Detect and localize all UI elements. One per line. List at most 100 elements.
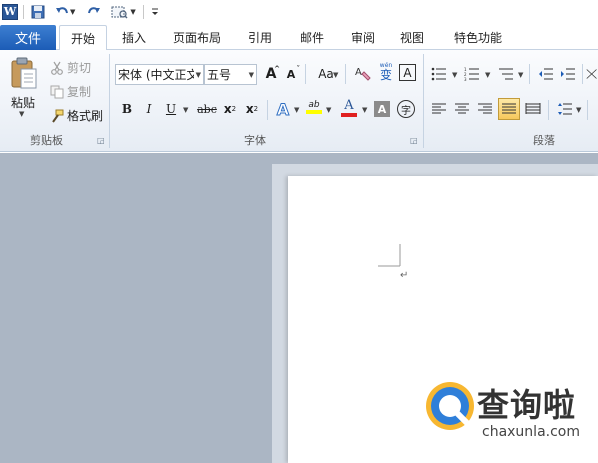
bullets-dropdown-icon[interactable]: ▼ [452,71,457,79]
quick-access-toolbar: W ▼ ▼ [0,0,598,23]
tab-file[interactable]: 文件 [0,25,56,50]
inner-divider [267,100,268,120]
inner-divider [582,64,583,84]
tab-view[interactable]: 视图 [390,25,434,50]
highlight-button[interactable]: ab [304,97,324,117]
tab-mailings[interactable]: 邮件 [290,25,334,50]
highlight-dropdown-icon[interactable]: ▼ [326,106,331,114]
line-spacing-dropdown-icon[interactable]: ▼ [576,106,581,114]
font-size-combo[interactable]: 五号 ▼ [204,64,257,85]
tab-references[interactable]: 引用 [238,25,282,50]
highlight-label: ab [308,100,320,110]
format-painter-button[interactable]: 格式刷 [50,107,103,124]
group-divider [423,54,424,148]
enclose-characters-button[interactable]: 字 [397,100,415,118]
align-center-icon[interactable] [452,99,472,119]
customize-toolbar-icon[interactable] [149,3,161,21]
underline-dropdown-icon[interactable]: ▼ [183,106,188,114]
tab-page-layout[interactable]: 页面布局 [165,25,229,50]
bullets-icon[interactable] [429,64,449,84]
qat-divider-2 [142,4,144,19]
line-spacing-icon[interactable] [555,99,575,119]
copy-icon [50,85,64,98]
undo-dropdown-icon[interactable]: ▼ [70,8,75,16]
distributed-align-icon[interactable] [523,99,543,119]
inner-divider [548,100,549,120]
tab-special-features[interactable]: 特色功能 [443,25,513,50]
tab-review[interactable]: 审阅 [341,25,385,50]
inner-divider [345,64,346,84]
print-preview-icon[interactable]: ▼ [109,3,137,21]
save-icon[interactable] [29,3,47,21]
paste-dropdown-icon[interactable]: ▼ [19,110,24,118]
justify-icon[interactable] [498,98,520,120]
print-preview-dropdown-icon[interactable]: ▼ [130,8,135,16]
shrink-font-button[interactable]: Aˇ [281,64,301,84]
font-launcher-icon[interactable]: ◲ [410,136,418,145]
chevron-down-icon[interactable]: ▼ [196,71,201,79]
decrease-indent-icon[interactable] [536,64,556,84]
text-effect-dropdown-icon[interactable]: ▼ [294,106,299,114]
ribbon-tab-bar: 文件 开始 插入 页面布局 引用 邮件 审阅 视图 特色功能 [0,23,598,51]
cut-label: 剪切 [67,61,92,75]
character-shading-button[interactable]: A [374,101,390,117]
scissors-icon [51,61,63,75]
superscript-button[interactable]: x2 [242,99,262,119]
superscript-mark: 2 [253,105,259,113]
underline-button[interactable]: U [161,99,181,119]
subscript-mark: 2 [231,105,237,113]
tab-home[interactable]: 开始 [59,25,107,51]
subscript-button[interactable]: x2 [220,99,240,119]
align-left-icon[interactable] [429,99,449,119]
redo-icon[interactable] [85,3,103,21]
font-size-value: 五号 [207,68,232,82]
character-border-button[interactable]: A [399,64,416,81]
paste-icon[interactable] [8,54,40,94]
paragraph-mark: ↵ [400,270,409,281]
paragraph-group-label: 段落 [533,134,555,147]
numbering-dropdown-icon[interactable]: ▼ [485,71,490,79]
font-color-dropdown-icon[interactable]: ▼ [362,106,367,114]
font-color-swatch [341,112,357,117]
grow-font-button[interactable]: A ^ [261,64,281,84]
qat-divider [23,4,24,19]
caret-down-icon: ˇ [296,65,301,73]
bold-button[interactable]: B [117,99,137,119]
margin-corner-mark [378,244,401,267]
svg-text:3: 3 [464,77,467,81]
paste-button[interactable]: 粘贴 [11,94,35,111]
chevron-down-icon[interactable]: ▼ [249,71,254,79]
clear-formatting-icon[interactable]: A [352,63,372,83]
watermark-url: chaxunla.com [482,424,580,440]
change-case-label: Aa [318,67,334,81]
font-color-button[interactable]: A [339,97,359,117]
strikethrough-button[interactable]: abc [195,99,219,119]
align-right-icon[interactable] [475,99,495,119]
phonetic-guide-button[interactable]: wén 变 [376,62,396,82]
increase-indent-icon[interactable] [558,64,578,84]
multilevel-list-icon[interactable] [496,64,516,84]
numbering-icon[interactable]: 123 [462,64,482,84]
undo-icon[interactable]: ▼ [53,3,77,21]
chinese-layout-icon[interactable] [586,64,598,84]
copy-button[interactable]: 复制 [50,83,91,100]
cut-button[interactable]: 剪切 [50,59,91,76]
watermark-logo-icon [424,380,476,432]
text-effect-button[interactable]: A [273,99,293,119]
multilevel-dropdown-icon[interactable]: ▼ [518,71,523,79]
font-name-value: 宋体 (中文正文 [118,68,194,82]
format-painter-label: 格式刷 [67,109,104,123]
font-group-label: 字体 [244,134,266,147]
superscript-label: x [245,102,254,116]
tab-insert[interactable]: 插入 [112,25,156,50]
word-app-icon[interactable]: W [2,3,18,20]
change-case-dropdown-icon[interactable]: ▼ [333,71,338,79]
watermark-title: 查询啦 [477,386,577,424]
font-name-combo[interactable]: 宋体 (中文正文 ▼ [115,64,204,85]
phonetic-char: 变 [379,68,392,82]
format-painter-icon [52,109,64,123]
clipboard-launcher-icon[interactable]: ◲ [97,136,105,145]
inner-divider [529,64,530,84]
subscript-label: x [223,102,232,116]
italic-button[interactable]: I [139,99,159,119]
